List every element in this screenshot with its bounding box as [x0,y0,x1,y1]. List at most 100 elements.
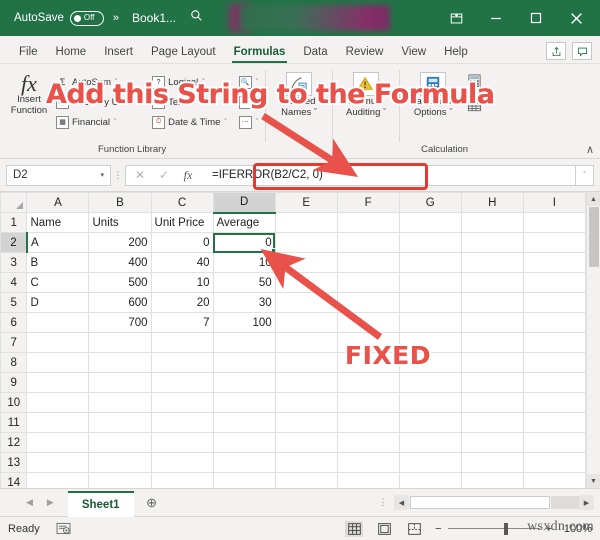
scroll-right-icon[interactable]: ▶ [579,495,594,510]
column-header-i[interactable]: I [523,193,585,213]
name-box[interactable]: D2 ▾ [6,165,111,186]
cell-C6[interactable]: 7 [151,313,213,333]
tab-formulas[interactable]: Formulas [225,42,295,63]
cell-G10[interactable] [399,393,461,413]
horizontal-scroll-thumb[interactable] [410,496,550,509]
row-header-1[interactable]: 1 [1,213,27,233]
horizontal-scroll-track[interactable] [551,496,579,509]
row-header-11[interactable]: 11 [1,413,27,433]
logical-button[interactable]: ? Logical ˇ [150,73,229,91]
cell-E6[interactable] [275,313,337,333]
cell-H6[interactable] [461,313,523,333]
cell-E9[interactable] [275,373,337,393]
cell-I9[interactable] [523,373,585,393]
cell-C2[interactable]: 0 [151,233,213,253]
chevron-down-icon[interactable]: ˇ [190,99,192,106]
cell-D1[interactable]: Average [213,213,275,233]
horizontal-scrollbar[interactable]: ◀ ▶ [394,495,594,510]
cell-I4[interactable] [523,273,585,293]
cell-B13[interactable] [89,453,151,473]
row-header-2[interactable]: 2 [1,233,27,253]
cell-G12[interactable] [399,433,461,453]
column-header-b[interactable]: B [89,193,151,213]
cell-E1[interactable] [275,213,337,233]
tab-help[interactable]: Help [435,42,477,63]
calculation-options-button[interactable]: Calculation Options ˇ [405,70,461,118]
autosum-button[interactable]: Σ AutoSum ˇ [54,73,142,91]
cell-F12[interactable] [337,433,399,453]
cell-B7[interactable] [89,333,151,353]
cell-B10[interactable] [89,393,151,413]
date-time-button[interactable]: ⏱ Date & Time ˇ [150,113,229,131]
select-all-corner[interactable] [1,193,27,213]
cell-D5[interactable]: 30 [213,293,275,313]
cell-E3[interactable] [275,253,337,273]
cell-D8[interactable] [213,353,275,373]
cell-H9[interactable] [461,373,523,393]
cell-G13[interactable] [399,453,461,473]
cell-I3[interactable] [523,253,585,273]
cell-F13[interactable] [337,453,399,473]
cell-H7[interactable] [461,333,523,353]
cell-C5[interactable]: 20 [151,293,213,313]
chevron-down-icon[interactable]: ˇ [256,119,258,126]
share-icon[interactable] [546,42,566,60]
enter-formula-icon[interactable]: ✓ [152,168,176,182]
defined-names-button[interactable]: Defined Names ˇ [271,70,327,118]
math-trig-button[interactable]: θ ˇ [237,93,260,111]
cell-B1[interactable]: Units [89,213,151,233]
tab-data[interactable]: Data [294,42,336,63]
add-sheet-icon[interactable]: ⊕ [134,495,170,511]
tab-file[interactable]: File [10,42,47,63]
cell-I11[interactable] [523,413,585,433]
cell-C3[interactable]: 40 [151,253,213,273]
column-header-c[interactable]: C [151,193,213,213]
cell-G2[interactable] [399,233,461,253]
page-layout-view-button[interactable] [375,521,393,537]
column-header-f[interactable]: F [337,193,399,213]
cell-F6[interactable] [337,313,399,333]
cell-I6[interactable] [523,313,585,333]
tab-insert[interactable]: Insert [95,42,142,63]
cell-H14[interactable] [461,473,523,489]
cell-G7[interactable] [399,333,461,353]
cell-D12[interactable] [213,433,275,453]
formula-bar-grip[interactable]: ⋮ [111,171,125,180]
insert-function-button[interactable]: fx Insert Function [4,70,54,116]
row-header-6[interactable]: 6 [1,313,27,333]
insert-function-icon[interactable]: fx [176,168,200,183]
cell-F10[interactable] [337,393,399,413]
cell-C7[interactable] [151,333,213,353]
cell-F3[interactable] [337,253,399,273]
cell-A10[interactable] [27,393,89,413]
cell-A2[interactable]: A [27,233,89,253]
cell-B11[interactable] [89,413,151,433]
cell-B5[interactable]: 600 [89,293,151,313]
row-header-5[interactable]: 5 [1,293,27,313]
cell-A8[interactable] [27,353,89,373]
zoom-in-button[interactable]: + [546,523,552,535]
cell-G3[interactable] [399,253,461,273]
column-header-a[interactable]: A [27,193,89,213]
page-break-view-button[interactable] [405,521,423,537]
cell-F2[interactable] [337,233,399,253]
minimize-button[interactable] [476,0,516,36]
formula-auditing-button[interactable]: Formula Auditing ˇ [338,70,394,118]
cell-E5[interactable] [275,293,337,313]
column-header-e[interactable]: E [275,193,337,213]
cell-D13[interactable] [213,453,275,473]
normal-view-button[interactable] [345,521,363,537]
chevron-down-icon[interactable]: ˇ [138,99,140,106]
calculate-now-button[interactable] [465,72,484,94]
cell-A9[interactable] [27,373,89,393]
zoom-out-button[interactable]: − [435,523,441,535]
lookup-reference-button[interactable]: 🔍 ˇ [237,73,260,91]
comments-icon[interactable] [572,42,592,60]
chevron-down-icon[interactable]: ▾ [100,171,104,179]
cell-H3[interactable] [461,253,523,273]
cell-A14[interactable] [27,473,89,489]
cell-F9[interactable] [337,373,399,393]
cell-E10[interactable] [275,393,337,413]
grid[interactable]: A B C D E F G H I 1NameUnitsUnit PriceAv… [0,192,586,488]
vertical-scroll-thumb[interactable] [589,207,599,267]
